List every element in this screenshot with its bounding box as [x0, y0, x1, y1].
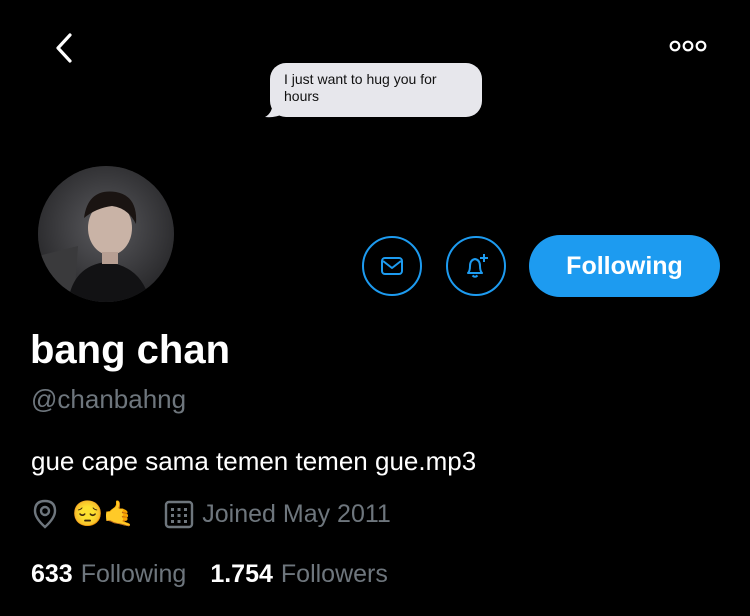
back-button[interactable]: [50, 30, 80, 66]
location-pin-icon: [33, 499, 57, 529]
following-count: 633: [31, 560, 73, 588]
calendar-icon: [165, 500, 194, 529]
profile-meta-row: 😔🤙 Joined May 2011: [30, 498, 391, 530]
more-options-button[interactable]: [668, 38, 708, 54]
following-stat[interactable]: 633 Following: [31, 558, 186, 590]
location-text: 😔🤙: [72, 500, 135, 528]
joined-date: Joined May 2011: [202, 499, 391, 528]
profile-handle: @chanbahng: [31, 384, 187, 414]
following-label: Following: [80, 560, 187, 588]
mail-icon: [381, 257, 403, 275]
profile-stats: 633 Following 1.754 Followers: [31, 558, 388, 590]
chevron-left-icon: [56, 33, 72, 63]
more-dots-icon: [669, 40, 707, 52]
message-bubble: I just want to hug you for hours: [270, 63, 482, 117]
followers-label: Followers: [280, 560, 388, 588]
profile-name: bang chan: [30, 328, 231, 372]
bell-plus-icon: [467, 254, 488, 278]
avatar-photo: [38, 166, 174, 302]
following-button[interactable]: Following: [529, 235, 720, 297]
followers-count: 1.754: [210, 560, 273, 588]
followers-stat[interactable]: 1.754 Followers: [210, 558, 388, 590]
profile-bio: gue cape sama temen temen gue.mp3: [31, 446, 477, 476]
notifications-button[interactable]: [446, 236, 506, 296]
message-button[interactable]: [362, 236, 422, 296]
avatar[interactable]: [38, 166, 174, 302]
